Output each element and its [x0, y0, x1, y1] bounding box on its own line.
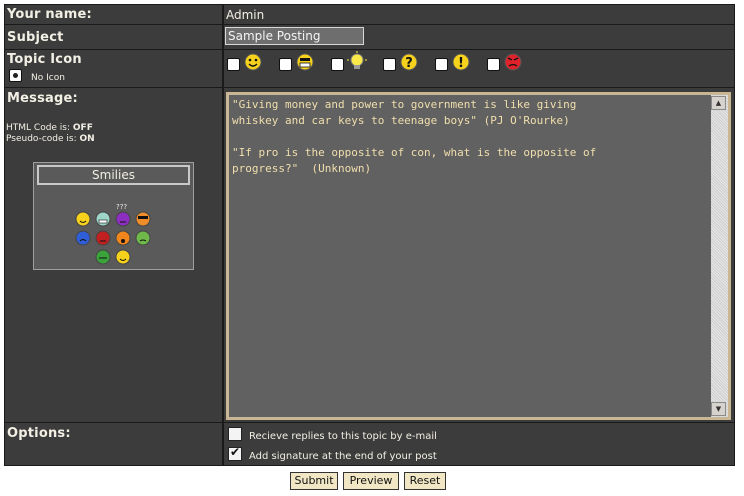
icon-radio-grin[interactable]	[279, 58, 292, 71]
icon-radio-question[interactable]	[383, 58, 396, 71]
question-icon: ?	[400, 53, 418, 71]
icon-radio-smile[interactable]	[227, 58, 240, 71]
icon-radio-exclamation[interactable]	[435, 58, 448, 71]
no-icon-radio[interactable]	[9, 69, 22, 82]
svg-text:!: !	[458, 56, 464, 71]
svg-text:?: ?	[405, 56, 413, 71]
scroll-down-button[interactable]: ▼	[711, 402, 726, 416]
submit-button[interactable]: Submit	[290, 472, 338, 490]
name-value: Admin	[226, 8, 265, 22]
no-icon-label: No Icon	[31, 73, 65, 83]
message-scrollbar[interactable]: ▲ ▼	[711, 95, 728, 417]
html-code-status: HTML Code is: OFF	[6, 123, 93, 133]
icon-radio-lightbulb[interactable]	[331, 58, 344, 71]
subject-input[interactable]: Sample Posting	[225, 27, 364, 45]
smile-icon	[244, 53, 262, 71]
options-label: Options:	[7, 426, 71, 441]
smiley-wink[interactable]	[115, 249, 131, 265]
email-replies-label: Recieve replies to this topic by e-mail	[249, 431, 437, 442]
subject-label: Subject	[7, 30, 64, 45]
preview-button[interactable]: Preview	[343, 472, 399, 490]
exclamation-icon: !	[452, 53, 470, 71]
icon-radio-angry[interactable]	[487, 58, 500, 71]
reset-button[interactable]: Reset	[404, 472, 446, 490]
smilies-grid	[75, 211, 151, 265]
smiley-confused[interactable]	[115, 211, 131, 227]
smiley-sad[interactable]	[75, 230, 91, 246]
pseudo-code-status: Pseudo-code is: ON	[6, 134, 95, 144]
smiley-teeth[interactable]	[95, 211, 111, 227]
smiley-surprised[interactable]	[115, 230, 131, 246]
smilies-panel: Smilies ???	[33, 162, 194, 270]
smiley-sick[interactable]	[135, 230, 151, 246]
check-icon: ✔	[230, 445, 241, 459]
email-replies-checkbox[interactable]	[228, 427, 242, 441]
name-label: Your name:	[7, 7, 92, 22]
smiley-happy[interactable]	[75, 211, 91, 227]
name-value-cell	[224, 5, 734, 24]
angry-icon	[504, 53, 522, 71]
add-signature-checkbox[interactable]: ✔	[228, 445, 242, 461]
smilies-title: Smilies	[37, 165, 190, 185]
message-label: Message:	[7, 91, 78, 106]
smiley-mad[interactable]	[95, 230, 111, 246]
message-textarea[interactable]: "Giving money and power to government is…	[229, 95, 711, 417]
grin-icon	[296, 53, 314, 71]
lightbulb-icon	[347, 51, 367, 69]
smiley-cool[interactable]	[135, 211, 151, 227]
scroll-up-button[interactable]: ▲	[711, 96, 726, 110]
smilies-caption: ???	[116, 203, 128, 211]
add-signature-label: Add signature at the end of your post	[249, 451, 437, 462]
smiley-neutral[interactable]	[95, 249, 111, 265]
topic-icon-label: Topic Icon	[7, 52, 82, 67]
